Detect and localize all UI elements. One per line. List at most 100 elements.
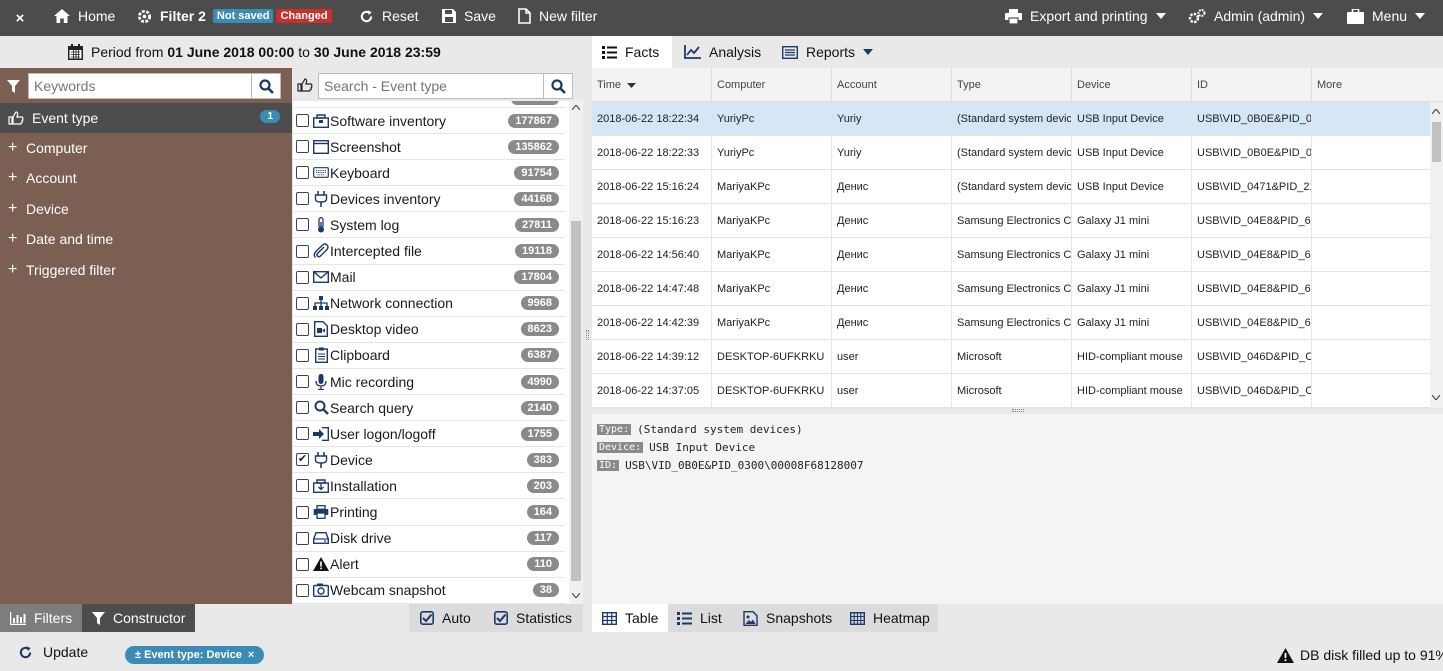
table-row[interactable]: 2018-06-22 15:16:24 MariyaKPc Денис (Standa… <box>592 170 1430 204</box>
nav-item-computer[interactable]: + Computer <box>0 133 292 163</box>
event-type-search-input[interactable] <box>318 73 544 99</box>
table-row[interactable]: 2018-06-22 14:39:12 DESKTOP-6UFKRKU user Mi… <box>592 340 1430 374</box>
scroll-down-arrow-icon[interactable] <box>1432 395 1440 400</box>
event-type-row[interactable]: Mail 17804 <box>293 264 565 291</box>
event-type-checkbox[interactable] <box>296 140 309 154</box>
event-type-row[interactable]: Webcam snapshot 38 <box>293 577 565 604</box>
tab-list[interactable]: List <box>667 604 732 632</box>
save-button[interactable]: Save <box>442 0 496 32</box>
event-type-row[interactable]: Screenshot 135862 <box>293 134 565 161</box>
event-type-checkbox[interactable] <box>296 348 309 362</box>
table-row[interactable]: 2018-06-22 15:16:23 MariyaKPc Денис Samsung… <box>592 204 1430 238</box>
nav-item-event-type[interactable]: Event type 1 <box>0 103 292 133</box>
event-type-row[interactable]: Installation 203 <box>293 473 565 500</box>
tab-constructor[interactable]: Constructor <box>82 604 195 632</box>
tab-snapshots[interactable]: Snapshots <box>733 604 842 632</box>
table-row[interactable]: 2018-06-22 14:42:39 MariyaKPc Денис Samsung… <box>592 306 1430 340</box>
column-header-more[interactable]: More <box>1312 68 1443 102</box>
panel-splitter[interactable] <box>584 68 592 604</box>
event-type-row[interactable]: Devices inventory 44168 <box>293 186 565 213</box>
event-type-checkbox[interactable] <box>296 557 309 571</box>
scrollbar-thumb[interactable] <box>571 221 581 581</box>
column-header-device[interactable]: Device <box>1072 68 1192 102</box>
statistics-label: Statistics <box>516 610 573 626</box>
keywords-search-button[interactable] <box>251 73 281 99</box>
event-type-checkbox[interactable] <box>296 218 309 232</box>
auto-toggle[interactable]: Auto <box>410 604 481 632</box>
active-filter-chip[interactable]: ± Event type: Device × <box>125 646 265 664</box>
event-type-checkbox[interactable] <box>296 322 309 336</box>
event-type-row[interactable]: Network connection 9968 <box>293 290 565 317</box>
column-header-id[interactable]: ID <box>1192 68 1312 102</box>
event-type-checkbox[interactable] <box>296 583 309 597</box>
table-scrollbar[interactable] <box>1430 102 1443 408</box>
scroll-up-arrow-icon[interactable] <box>572 105 580 110</box>
column-header-computer[interactable]: Computer <box>712 68 832 102</box>
tab-facts[interactable]: Facts <box>592 36 672 68</box>
event-type-checkbox[interactable] <box>296 531 309 545</box>
event-type-checkbox[interactable] <box>296 166 309 180</box>
event-type-row[interactable]: Intercepted file 19118 <box>293 238 565 265</box>
event-type-checkbox[interactable] <box>296 270 309 284</box>
nav-item-account[interactable]: + Account <box>0 163 292 193</box>
column-header-time[interactable]: Time <box>592 68 712 102</box>
event-type-row[interactable]: Mic recording 4990 <box>293 369 565 395</box>
detail-id-key: ID: <box>597 459 620 471</box>
period-selector[interactable]: Period from 01 June 2018 00:00 to 30 Jun… <box>68 36 441 68</box>
export-label: Export and printing <box>1030 8 1148 24</box>
scroll-up-arrow-icon[interactable] <box>1432 109 1440 114</box>
event-type-checkbox[interactable] <box>296 296 309 310</box>
table-row[interactable]: 2018-06-22 18:22:34 YuriyPc Yuriy (Standard… <box>592 102 1430 136</box>
statistics-toggle[interactable]: Statistics <box>484 604 582 632</box>
event-type-row[interactable]: System log 27811 <box>293 212 565 239</box>
update-button[interactable]: Update <box>18 636 88 668</box>
software-icon <box>313 113 329 129</box>
event-type-checkbox[interactable] <box>296 192 309 206</box>
event-type-row[interactable]: Software inventory 177867 <box>293 108 565 134</box>
event-type-checkbox[interactable] <box>296 375 309 388</box>
tab-reports[interactable]: Reports <box>782 36 874 68</box>
reset-button[interactable]: Reset <box>359 0 419 32</box>
scroll-down-arrow-icon[interactable] <box>572 593 580 598</box>
event-type-checkbox[interactable] <box>296 244 309 258</box>
scrollbar-thumb[interactable] <box>1432 122 1441 162</box>
event-type-row[interactable]: Desktop video 8623 <box>293 316 565 343</box>
event-type-checkbox[interactable]: ✔ <box>296 453 309 467</box>
table-row[interactable]: 2018-06-22 14:47:48 MariyaKPc Денис Samsung… <box>592 272 1430 306</box>
event-type-row[interactable]: Keyboard 91754 <box>293 160 565 187</box>
event-type-row[interactable]: Search query 2140 <box>293 395 565 422</box>
main-menu[interactable]: Menu <box>1347 0 1426 32</box>
event-list-scrollbar[interactable] <box>569 101 583 604</box>
column-header-account[interactable]: Account <box>832 68 952 102</box>
nav-item-device[interactable]: + Device <box>0 194 292 224</box>
event-type-checkbox[interactable] <box>296 505 309 519</box>
event-type-search-button[interactable] <box>543 73 573 99</box>
tab-filters[interactable]: Filters <box>0 604 82 632</box>
column-header-type[interactable]: Type <box>952 68 1072 102</box>
event-type-row[interactable]: Clipboard 6387 <box>293 342 565 369</box>
nav-item-triggered-filter[interactable]: + Triggered filter <box>0 255 292 285</box>
new-filter-button[interactable]: New filter <box>518 0 597 32</box>
chip-close-icon[interactable]: × <box>248 649 254 661</box>
tab-analysis[interactable]: Analysis <box>684 36 761 68</box>
event-type-row[interactable]: Disk drive 117 <box>293 525 565 552</box>
event-type-row[interactable]: User logon/logoff 1755 <box>293 421 565 448</box>
event-type-checkbox[interactable] <box>296 479 309 493</box>
event-type-checkbox[interactable] <box>296 401 309 415</box>
event-type-checkbox[interactable] <box>296 427 309 441</box>
close-button[interactable]: × <box>0 0 40 36</box>
home-button[interactable]: Home <box>54 0 115 32</box>
event-type-row[interactable]: Alert 110 <box>293 551 565 578</box>
tab-table[interactable]: Table <box>592 604 668 632</box>
table-row[interactable]: 2018-06-22 14:37:05 DESKTOP-6UFKRKU user Mi… <box>592 374 1430 408</box>
nav-item-date-and-time[interactable]: + Date and time <box>0 224 292 254</box>
event-type-checkbox[interactable] <box>296 114 309 127</box>
event-type-row[interactable]: Printing 164 <box>293 499 565 526</box>
table-row[interactable]: 2018-06-22 14:56:40 MariyaKPc Денис Samsung… <box>592 238 1430 272</box>
table-row[interactable]: 2018-06-22 18:22:33 YuriyPc Yuriy (Standard… <box>592 136 1430 170</box>
event-type-row[interactable]: ✔ Device 383 <box>293 447 565 474</box>
keywords-input[interactable] <box>28 73 252 99</box>
admin-menu[interactable]: Admin (admin) <box>1188 0 1324 32</box>
export-printing-menu[interactable]: Export and printing <box>1005 0 1166 32</box>
tab-heatmap[interactable]: Heatmap <box>840 604 940 632</box>
